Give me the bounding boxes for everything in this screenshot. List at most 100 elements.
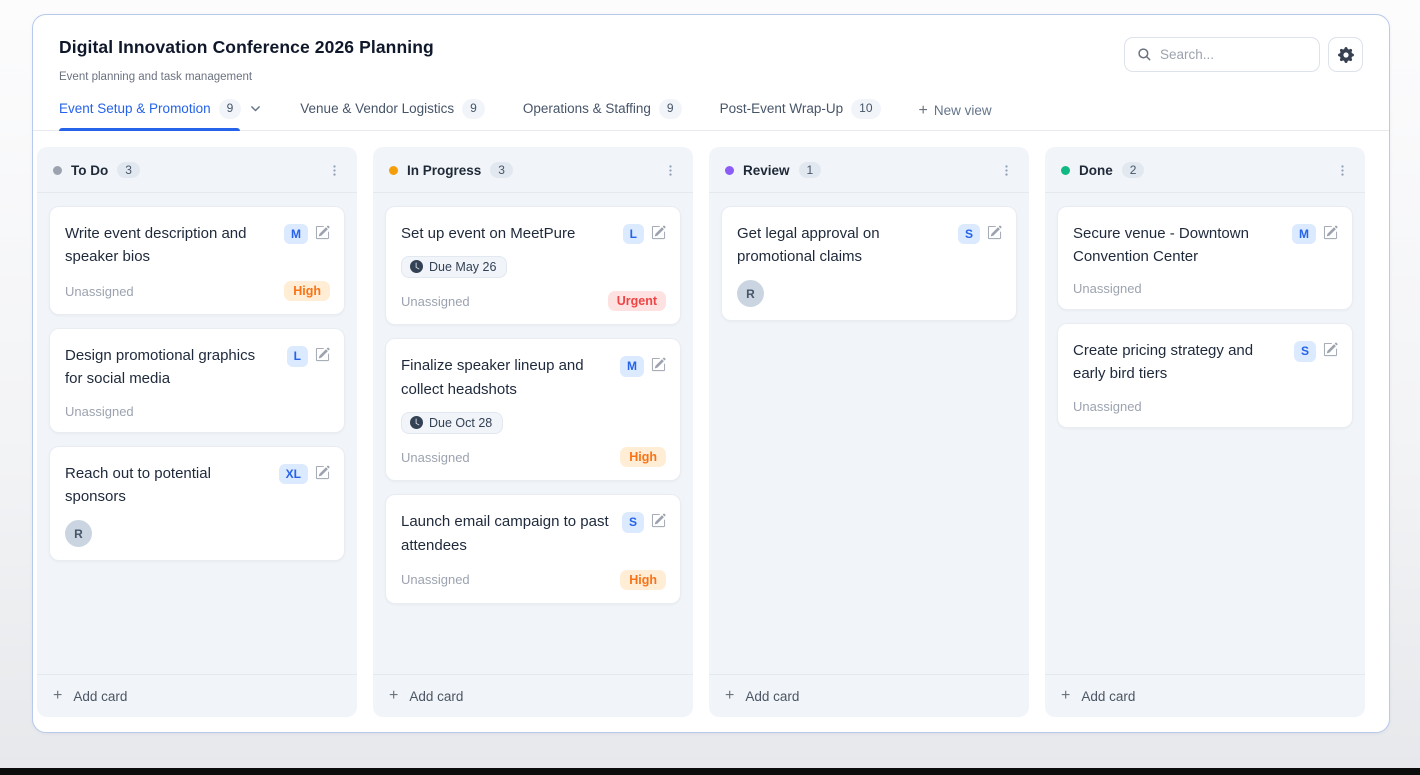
plus-icon: +: [725, 688, 734, 704]
assignee-label: Unassigned: [1073, 399, 1142, 414]
page-title: Digital Innovation Conference 2026 Plann…: [59, 37, 434, 58]
search-input[interactable]: [1160, 47, 1307, 62]
add-card-label: Add card: [1081, 689, 1135, 704]
due-date-pill: Due May 26: [401, 256, 507, 278]
size-badge: L: [623, 224, 644, 245]
add-card-label: Add card: [745, 689, 799, 704]
status-dot: [725, 166, 734, 175]
avatar[interactable]: R: [65, 520, 92, 547]
task-card[interactable]: Set up event on MeetPure L Due May 26: [385, 206, 681, 326]
column-name: Review: [743, 163, 790, 178]
status-dot: [389, 166, 398, 175]
column-menu-icon[interactable]: [1334, 162, 1351, 179]
plus-icon: +: [919, 103, 928, 119]
card-title: Secure venue - Downtown Convention Cente…: [1073, 222, 1282, 269]
edit-icon[interactable]: [1323, 224, 1338, 240]
page-subtitle: Event planning and task management: [59, 71, 434, 83]
search-box[interactable]: [1124, 37, 1320, 72]
size-badge: S: [622, 512, 644, 533]
new-view-label: New view: [934, 103, 992, 118]
assignee-label: Unassigned: [65, 404, 134, 419]
tab-count-badge: 10: [851, 99, 880, 119]
tab-post-event-wrap-up[interactable]: Post-Event Wrap-Up 10: [720, 99, 881, 130]
task-card[interactable]: Design promotional graphics for social m…: [49, 328, 345, 433]
view-tabs: Event Setup & Promotion 9 Venue & Vendor…: [33, 99, 1389, 131]
column-in-progress: In Progress 3 Set up event on MeetPure L: [373, 147, 693, 717]
card-title: Create pricing strategy and early bird t…: [1073, 339, 1284, 386]
bottom-strip: [0, 768, 1420, 775]
panel-header: Digital Innovation Conference 2026 Plann…: [33, 15, 1389, 83]
column-name: To Do: [71, 163, 108, 178]
priority-badge: Urgent: [608, 291, 666, 311]
size-badge: XL: [279, 464, 308, 485]
edit-icon[interactable]: [651, 356, 666, 372]
task-card[interactable]: Create pricing strategy and early bird t…: [1057, 323, 1353, 428]
edit-icon[interactable]: [315, 464, 330, 480]
column-count-badge: 3: [117, 162, 140, 178]
tab-venue-vendor-logistics[interactable]: Venue & Vendor Logistics 9: [300, 99, 485, 130]
column-done: Done 2 Secure venue - Downtown Conventio…: [1045, 147, 1365, 717]
edit-icon[interactable]: [987, 224, 1002, 240]
task-card[interactable]: Finalize speaker lineup and collect head…: [385, 338, 681, 481]
column-count-badge: 1: [799, 162, 822, 178]
card-list: Secure venue - Downtown Convention Cente…: [1045, 193, 1365, 674]
chevron-down-icon[interactable]: [249, 102, 262, 115]
size-badge: S: [958, 224, 980, 245]
card-title: Write event description and speaker bios: [65, 222, 274, 269]
task-card[interactable]: Write event description and speaker bios…: [49, 206, 345, 316]
tab-operations-staffing[interactable]: Operations & Staffing 9: [523, 99, 682, 130]
edit-icon[interactable]: [315, 346, 330, 362]
plus-icon: +: [389, 688, 398, 704]
new-view-button[interactable]: + New view: [919, 103, 992, 130]
tab-label: Event Setup & Promotion: [59, 101, 211, 116]
tab-label: Post-Event Wrap-Up: [720, 101, 844, 116]
card-title: Set up event on MeetPure: [401, 222, 575, 245]
column-menu-icon[interactable]: [326, 162, 343, 179]
status-dot: [1061, 166, 1070, 175]
priority-badge: High: [284, 281, 330, 301]
size-badge: M: [284, 224, 308, 245]
column-name: Done: [1079, 163, 1113, 178]
status-dot: [53, 166, 62, 175]
column-to-do: To Do 3 Write event description and spea…: [37, 147, 357, 717]
task-card[interactable]: Secure venue - Downtown Convention Cente…: [1057, 206, 1353, 311]
edit-icon[interactable]: [315, 224, 330, 240]
task-card[interactable]: Reach out to potential sponsors XL R: [49, 446, 345, 562]
add-card-button[interactable]: + Add card: [373, 674, 693, 717]
column-menu-icon[interactable]: [662, 162, 679, 179]
column-menu-icon[interactable]: [998, 162, 1015, 179]
avatar[interactable]: R: [737, 280, 764, 307]
plus-icon: +: [53, 688, 62, 704]
tab-event-setup-promotion[interactable]: Event Setup & Promotion 9: [59, 99, 262, 130]
column-review: Review 1 Get legal approval on promotion…: [709, 147, 1029, 717]
card-list: Set up event on MeetPure L Due May 26: [373, 193, 693, 674]
kanban-board: To Do 3 Write event description and spea…: [33, 131, 1389, 732]
add-card-button[interactable]: + Add card: [1045, 674, 1365, 717]
add-card-label: Add card: [409, 689, 463, 704]
column-header: Done 2: [1045, 147, 1365, 193]
add-card-button[interactable]: + Add card: [37, 674, 357, 717]
add-card-button[interactable]: + Add card: [709, 674, 1029, 717]
assignee-label: Unassigned: [401, 450, 470, 465]
due-date-label: Due Oct 28: [429, 416, 492, 430]
card-title: Launch email campaign to past attendees: [401, 510, 612, 557]
edit-icon[interactable]: [651, 512, 666, 528]
task-card[interactable]: Launch email campaign to past attendees …: [385, 494, 681, 604]
card-list: Write event description and speaker bios…: [37, 193, 357, 674]
task-card[interactable]: Get legal approval on promotional claims…: [721, 206, 1017, 322]
card-list: Get legal approval on promotional claims…: [709, 193, 1029, 674]
due-date-pill: Due Oct 28: [401, 412, 503, 434]
gear-icon: [1338, 47, 1354, 63]
search-icon: [1137, 47, 1152, 62]
tab-label: Venue & Vendor Logistics: [300, 101, 454, 116]
header-actions: [1124, 37, 1363, 72]
app-panel: Digital Innovation Conference 2026 Plann…: [32, 14, 1390, 733]
column-header: In Progress 3: [373, 147, 693, 193]
edit-icon[interactable]: [651, 224, 666, 240]
assignee-label: Unassigned: [401, 294, 470, 309]
tab-count-badge: 9: [219, 99, 242, 119]
size-badge: M: [620, 356, 644, 377]
settings-button[interactable]: [1328, 37, 1363, 72]
edit-icon[interactable]: [1323, 341, 1338, 357]
plus-icon: +: [1061, 688, 1070, 704]
